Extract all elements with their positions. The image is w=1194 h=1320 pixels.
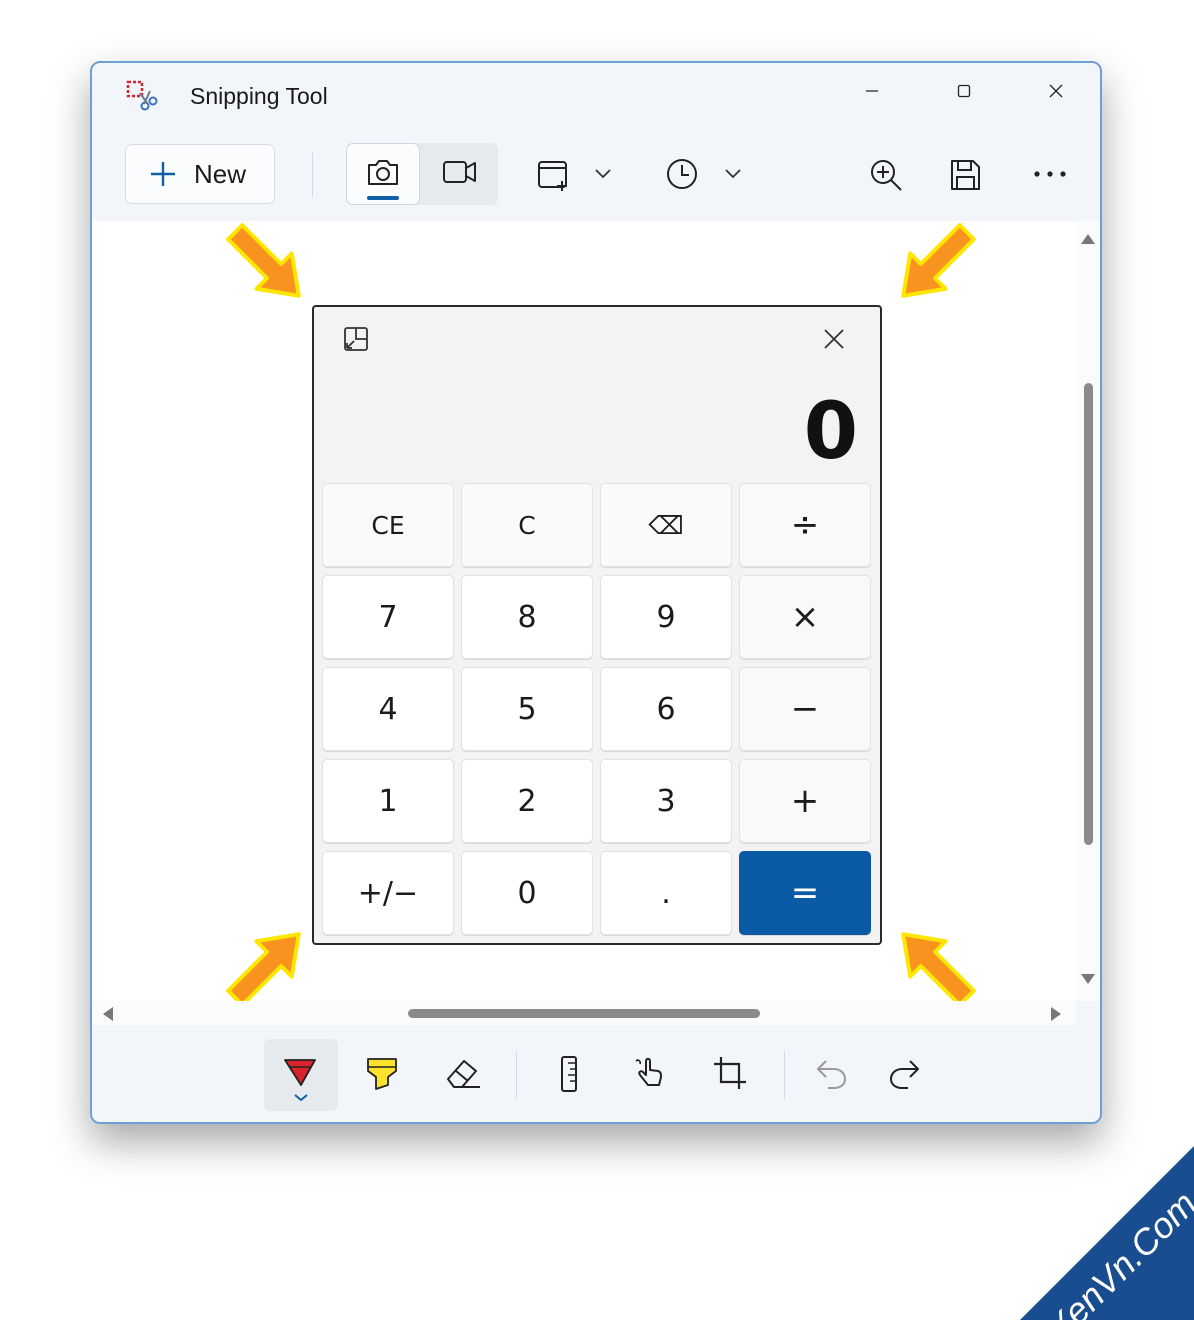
minimize-icon bbox=[866, 90, 878, 92]
delay-button[interactable] bbox=[664, 156, 700, 192]
calculator-key: 0 bbox=[461, 851, 593, 935]
vertical-scroll-thumb[interactable] bbox=[1084, 383, 1093, 845]
calculator-key: C bbox=[461, 483, 593, 567]
snip-window-icon bbox=[538, 161, 567, 191]
record-mode-button[interactable] bbox=[424, 143, 498, 205]
calculator-key: 8 bbox=[461, 575, 593, 659]
compact-overlay-icon bbox=[342, 325, 370, 353]
ballpoint-pen-icon bbox=[284, 1059, 316, 1102]
title-bar: Snipping Tool bbox=[92, 63, 1100, 129]
calculator-display: 0 bbox=[803, 387, 858, 477]
markup-divider bbox=[784, 1051, 785, 1099]
markup-toolbar bbox=[92, 1025, 1100, 1122]
calculator-key: CE bbox=[322, 483, 454, 567]
more-icon bbox=[1034, 171, 1066, 177]
ruler-button[interactable] bbox=[558, 1055, 580, 1098]
scroll-down-arrow-icon[interactable] bbox=[1080, 973, 1096, 985]
touch-writing-icon bbox=[635, 1057, 662, 1086]
calculator-close-icon bbox=[820, 325, 848, 353]
calculator-key: + bbox=[739, 759, 871, 843]
calculator-key: 5 bbox=[461, 667, 593, 751]
eraser-button[interactable] bbox=[444, 1055, 482, 1096]
zoom-button[interactable] bbox=[868, 157, 904, 193]
snip-mode-dropdown[interactable] bbox=[594, 167, 612, 181]
toolbar-divider bbox=[312, 153, 313, 197]
eraser-icon bbox=[447, 1060, 480, 1088]
calculator-key: 6 bbox=[600, 667, 732, 751]
window-title: Snipping Tool bbox=[190, 83, 328, 109]
calculator-keypad: CE C ⌫ ÷ 7 8 9 × 4 5 6− 1 2 3 + +/− 0. = bbox=[322, 483, 872, 937]
save-icon bbox=[951, 160, 980, 190]
timer-icon bbox=[667, 159, 697, 189]
calculator-key: +/− bbox=[322, 851, 454, 935]
ballpoint-pen-button[interactable] bbox=[282, 1055, 320, 1110]
horizontal-scrollbar[interactable] bbox=[92, 1001, 1076, 1025]
selected-indicator bbox=[367, 196, 399, 200]
ruler-icon bbox=[561, 1056, 577, 1092]
undo-icon bbox=[817, 1060, 846, 1089]
close-icon bbox=[1049, 84, 1063, 98]
calculator-key: . bbox=[600, 851, 732, 935]
minimize-button[interactable] bbox=[850, 75, 894, 107]
annotation-arrow-bottom-right bbox=[901, 932, 976, 1001]
calculator-key: × bbox=[739, 575, 871, 659]
annotation-arrow-top-left bbox=[226, 223, 301, 298]
redo-icon bbox=[890, 1060, 919, 1089]
touch-writing-button[interactable] bbox=[632, 1055, 668, 1096]
new-button[interactable]: New bbox=[125, 144, 275, 204]
scroll-left-arrow-icon[interactable] bbox=[102, 1006, 114, 1022]
zoom-in-icon bbox=[871, 160, 902, 191]
calculator-key: 3 bbox=[600, 759, 732, 843]
snip-canvas: 0 CE C ⌫ ÷ 7 8 9 × 4 5 6−1 2 3 + +/− 0. = bbox=[92, 221, 1076, 1001]
delay-dropdown[interactable] bbox=[724, 167, 742, 181]
save-button[interactable] bbox=[948, 157, 982, 193]
calculator-key: 2 bbox=[461, 759, 593, 843]
crop-icon bbox=[714, 1057, 746, 1089]
maximize-icon bbox=[957, 84, 971, 98]
annotation-arrow-top-right bbox=[901, 223, 976, 298]
maximize-button[interactable] bbox=[942, 75, 986, 107]
chevron-down-icon bbox=[725, 169, 741, 179]
video-icon bbox=[443, 161, 476, 183]
calculator-key: = bbox=[739, 851, 871, 935]
scroll-up-arrow-icon[interactable] bbox=[1080, 233, 1096, 245]
captured-calculator-snip: 0 CE C ⌫ ÷ 7 8 9 × 4 5 6−1 2 3 + +/− 0. = bbox=[312, 305, 882, 945]
chevron-down-icon bbox=[595, 169, 611, 179]
annotation-arrow-bottom-left bbox=[226, 932, 301, 1001]
xenvn-watermark: XenVn.Com bbox=[1020, 1146, 1194, 1320]
camera-icon bbox=[368, 160, 398, 185]
toolbar: New bbox=[92, 129, 1100, 221]
calculator-key: 1 bbox=[322, 759, 454, 843]
plus-icon bbox=[151, 162, 175, 186]
capture-mode-toggle bbox=[346, 143, 498, 205]
crop-button[interactable] bbox=[712, 1055, 748, 1096]
scroll-right-arrow-icon[interactable] bbox=[1050, 1006, 1062, 1022]
snipping-tool-window: Snipping Tool New 0 CE C ⌫ ÷ 7 8 9 × 4 5… bbox=[90, 61, 1102, 1124]
calculator-key: 7 bbox=[322, 575, 454, 659]
calculator-key: − bbox=[739, 667, 871, 751]
snip-mode-button[interactable] bbox=[346, 143, 420, 205]
new-button-label: New bbox=[194, 158, 247, 189]
highlighter-icon bbox=[367, 1058, 397, 1090]
horizontal-scroll-thumb[interactable] bbox=[408, 1009, 760, 1018]
undo-button[interactable] bbox=[814, 1057, 850, 1096]
vertical-scrollbar[interactable] bbox=[1076, 221, 1100, 1001]
calculator-key: ⌫ bbox=[600, 483, 732, 567]
snipping-tool-app-icon bbox=[126, 79, 160, 113]
calculator-key: 4 bbox=[322, 667, 454, 751]
markup-divider bbox=[516, 1051, 517, 1099]
calculator-key: ÷ bbox=[739, 483, 871, 567]
calculator-key: 9 bbox=[600, 575, 732, 659]
more-options-button[interactable] bbox=[1032, 167, 1068, 181]
highlighter-button[interactable] bbox=[364, 1055, 400, 1096]
close-button[interactable] bbox=[1034, 75, 1078, 107]
redo-button[interactable] bbox=[886, 1057, 922, 1096]
snip-mode-menu-button[interactable] bbox=[536, 157, 572, 193]
